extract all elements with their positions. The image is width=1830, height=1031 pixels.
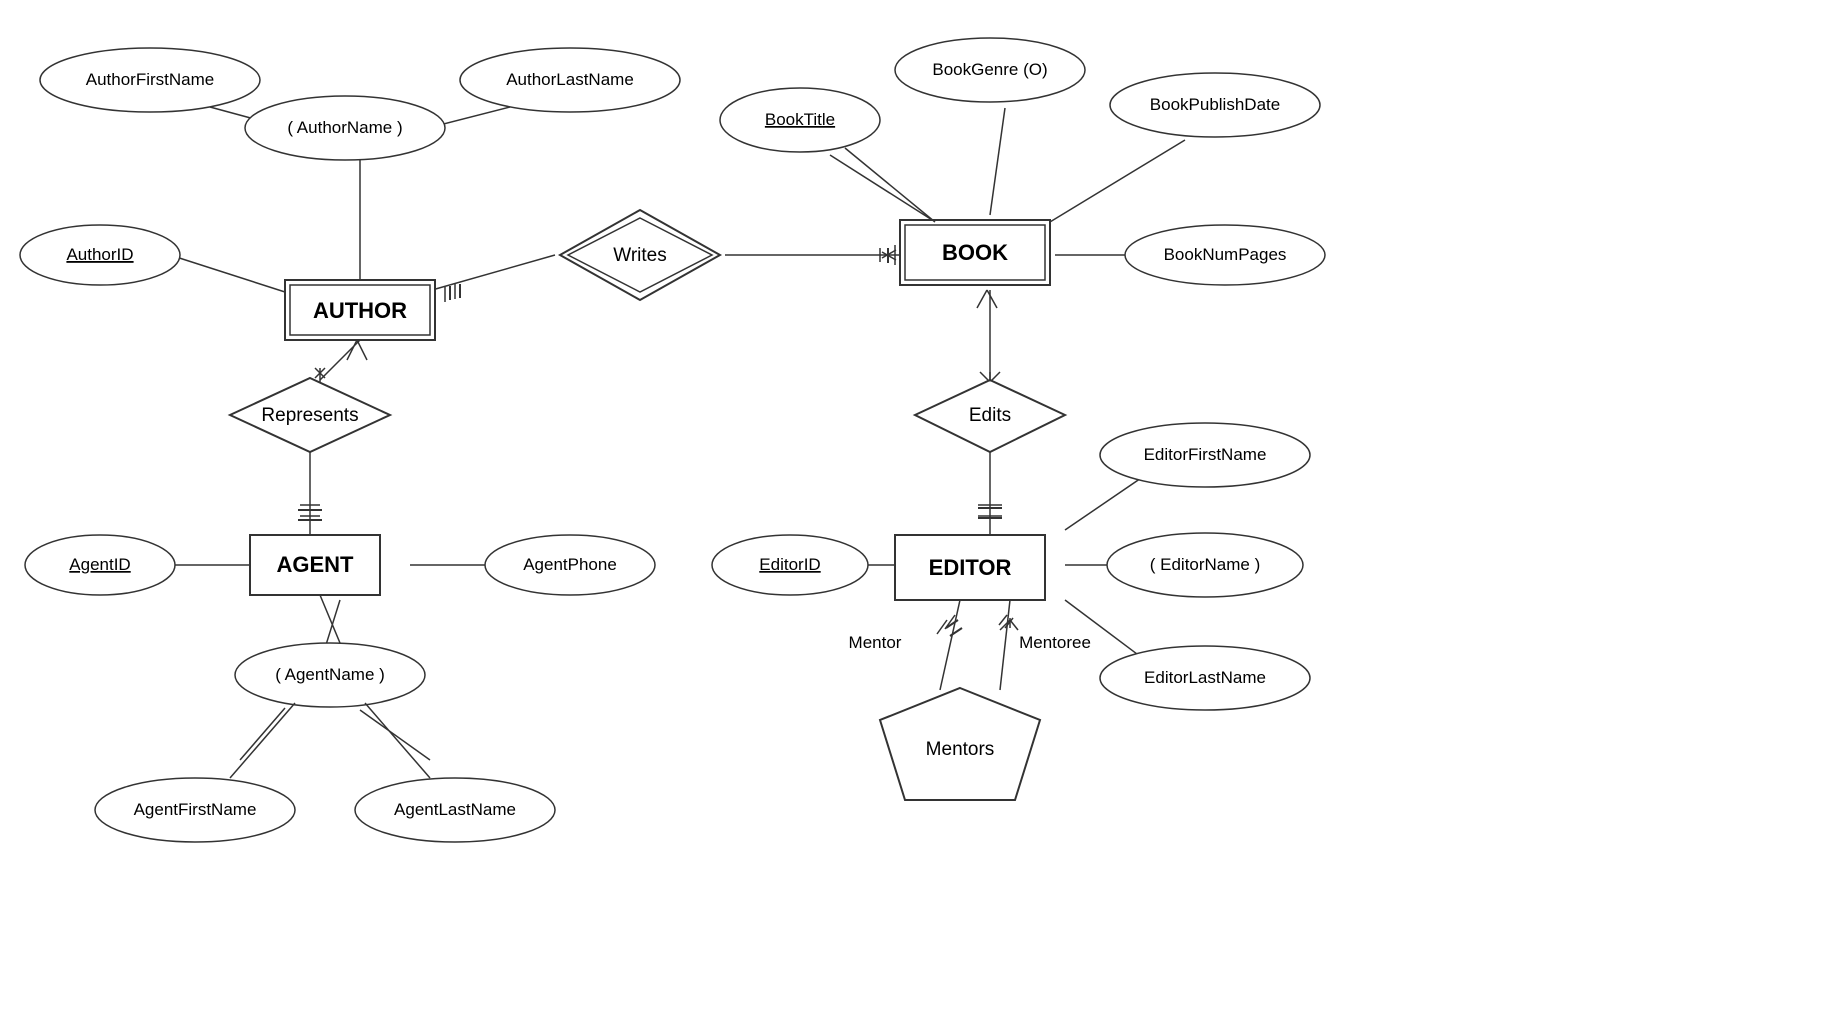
er-diagram: AUTHOR BOOK AGENT EDITOR Writes Represen… xyxy=(0,0,1830,1026)
editor-lastname-attr: EditorLastName xyxy=(1144,668,1266,687)
agent-lastname-attr: AgentLastName xyxy=(394,800,516,819)
agent-phone-attr: AgentPhone xyxy=(523,555,617,574)
editor-id-attr: EditorID xyxy=(759,555,820,574)
agent-name-attr: ( AgentName ) xyxy=(275,665,385,684)
author-lastname-attr: AuthorLastName xyxy=(506,70,634,89)
agent-entity-label: AGENT xyxy=(277,552,355,577)
book-publishdate-attr: BookPublishDate xyxy=(1150,95,1280,114)
mentors-relationship-label: Mentors xyxy=(926,739,995,760)
mentor-label: Mentor xyxy=(849,633,902,652)
editor-entity-label: EDITOR xyxy=(929,555,1012,580)
editor-firstname-attr: EditorFirstName xyxy=(1144,445,1267,464)
book-numpages-attr: BookNumPages xyxy=(1164,245,1287,264)
book-title-attr: BookTitle xyxy=(765,110,835,129)
author-entity-label: AUTHOR xyxy=(313,298,407,323)
writes-relationship-label: Writes xyxy=(613,245,666,266)
mentoree-label: Mentoree xyxy=(1019,633,1091,652)
editor-name-attr: ( EditorName ) xyxy=(1150,555,1261,574)
represents-relationship-label: Represents xyxy=(261,405,358,426)
author-id-attr: AuthorID xyxy=(66,245,133,264)
author-firstname-attr: AuthorFirstName xyxy=(86,70,214,89)
edits-relationship-label: Edits xyxy=(969,405,1011,426)
agent-id-attr: AgentID xyxy=(69,555,130,574)
book-entity-label: BOOK xyxy=(942,240,1008,265)
agent-firstname-attr: AgentFirstName xyxy=(134,800,257,819)
book-genre-attr: BookGenre (O) xyxy=(932,60,1047,79)
author-name-attr: ( AuthorName ) xyxy=(287,118,402,137)
